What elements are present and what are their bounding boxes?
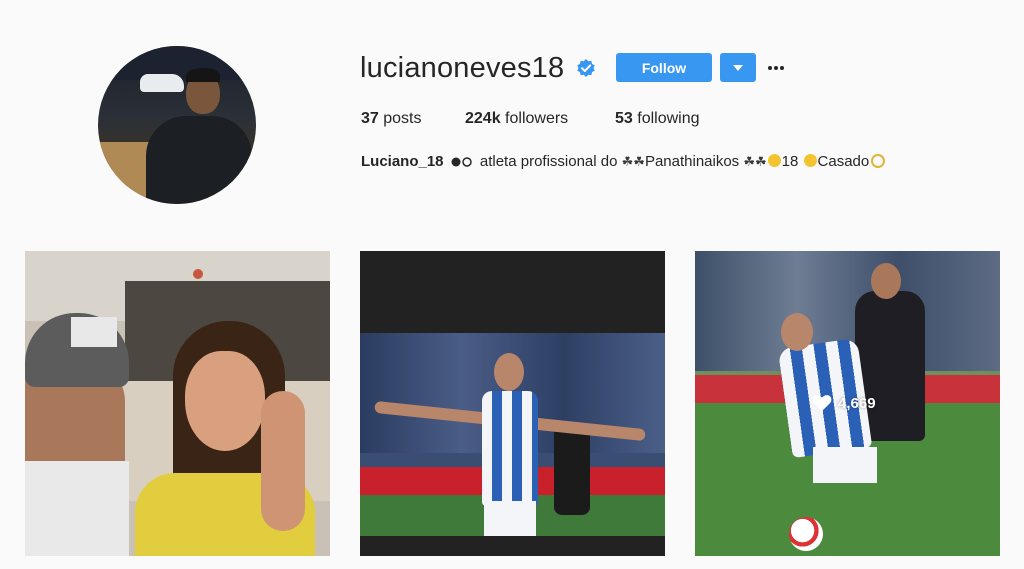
avatar-car	[140, 74, 184, 92]
more-options-icon[interactable]	[766, 58, 786, 78]
followers-label: followers	[505, 110, 569, 127]
verified-badge-icon	[577, 59, 595, 77]
photo-detail	[71, 317, 117, 347]
profile-bio: Luciano_18 atleta profissional do ☘☘Pana…	[361, 153, 886, 170]
photo-player-head	[781, 313, 813, 351]
post-thumbnail[interactable]	[25, 251, 330, 556]
post-thumbnail-hovered[interactable]: 4,669	[695, 251, 1000, 556]
profile-avatar[interactable]	[98, 46, 256, 204]
bullet-circles-icon	[451, 157, 472, 167]
posts-stat[interactable]: 37 posts	[361, 110, 422, 128]
photo-person-shirt	[25, 461, 129, 556]
followers-count: 224k	[465, 110, 501, 127]
following-count: 53	[615, 110, 633, 127]
photo-person	[185, 351, 265, 451]
photo-person	[554, 425, 590, 515]
clover-icon: ☘☘	[621, 154, 645, 169]
followers-stat[interactable]: 224k followers	[465, 110, 568, 128]
bio-status: Casado	[817, 153, 870, 170]
post-thumbnail[interactable]	[360, 251, 665, 556]
chevron-down-icon	[733, 64, 743, 71]
follow-button[interactable]: Follow	[616, 53, 712, 82]
photo-player-shorts	[484, 501, 536, 536]
photo-player	[482, 391, 538, 506]
likes-count: 4,669	[838, 394, 876, 412]
photo-ball	[789, 517, 823, 551]
sun-icon	[803, 154, 817, 167]
sun-icon	[767, 154, 781, 167]
bio-team: Panathinaikos	[644, 153, 740, 170]
likes-overlay: 4,669	[812, 394, 876, 412]
photo-detail	[193, 269, 203, 279]
bio-number: 18	[781, 153, 799, 170]
posts-count: 37	[361, 110, 379, 127]
photo-person-arm	[261, 391, 305, 531]
heart-icon	[812, 395, 832, 411]
bio-text: atleta profissional do	[479, 153, 618, 170]
suggestions-dropdown-button[interactable]	[720, 53, 756, 82]
photo-content	[360, 333, 665, 536]
photo-player-shorts	[813, 447, 877, 483]
photo-player-head	[871, 263, 901, 299]
following-label: following	[637, 110, 700, 127]
posts-label: posts	[383, 110, 422, 127]
photo-player-head	[494, 353, 524, 391]
ring-icon	[871, 154, 886, 168]
bio-name: Luciano_18	[361, 153, 444, 170]
following-stat[interactable]: 53 following	[615, 110, 700, 128]
avatar-body	[146, 116, 252, 204]
clover-icon: ☘☘	[743, 154, 767, 169]
avatar-hair	[186, 68, 220, 82]
profile-username: lucianoneves18	[360, 52, 565, 84]
